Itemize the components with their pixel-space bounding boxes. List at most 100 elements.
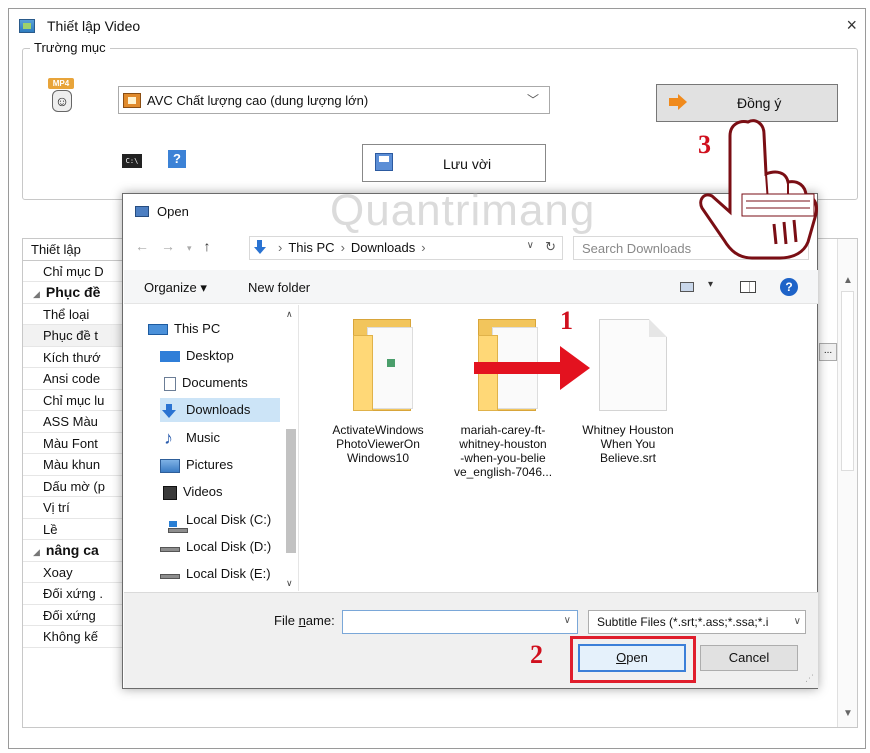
grid-row[interactable]: Đối xứng .: [23, 583, 123, 605]
nav-item-local-disk-e[interactable]: Local Disk (E:): [160, 562, 280, 586]
grid-row[interactable]: Thể loại: [23, 304, 123, 325]
annotation-highlight-box: [570, 636, 696, 683]
down-icon: [160, 403, 180, 418]
grid-row[interactable]: Vị trí: [23, 497, 123, 519]
resize-grip-icon[interactable]: ⋰: [805, 673, 814, 684]
grid-row[interactable]: Phục đề t: [23, 325, 123, 347]
annotation-step-1: 1: [560, 306, 573, 335]
file-type-select[interactable]: Subtitle Files (*.srt;*.ass;*.ssa;*.i ∨: [588, 610, 806, 634]
view-dropdown-icon[interactable]: ▾: [708, 279, 713, 290]
crumb-this-pc[interactable]: This PC: [288, 240, 334, 255]
profile-select[interactable]: AVC Chất lượng cao (dung lượng lớn) ﹀: [118, 86, 550, 114]
grid-row[interactable]: ASS Màu: [23, 411, 123, 433]
close-icon[interactable]: ×: [846, 15, 857, 36]
save-as-label: Lưu vời: [443, 156, 492, 172]
scroll-up-icon[interactable]: ∧: [286, 309, 293, 320]
back-icon[interactable]: ←: [135, 238, 149, 254]
grid-category[interactable]: ◢ Phục đề: [23, 282, 123, 304]
pointing-hand-icon: [699, 119, 818, 260]
title-bar: Thiết lập Video ×: [9, 9, 865, 43]
nav-item-videos[interactable]: Videos: [160, 480, 280, 504]
scroll-thumb[interactable]: [841, 291, 854, 471]
file-item[interactable]: Whitney Houston When You Believe.srt: [563, 305, 693, 505]
scroll-thumb[interactable]: [286, 429, 296, 553]
grid-row[interactable]: Chỉ mục lu: [23, 390, 123, 411]
folder-item[interactable]: ActivateWindows PhotoViewerOn Windows10: [313, 305, 443, 505]
cancel-button[interactable]: Cancel: [700, 645, 798, 671]
profile-value: AVC Chất lượng cao (dung lượng lớn): [147, 93, 369, 108]
grid-row[interactable]: Kích thướ: [23, 347, 123, 368]
command-icon[interactable]: C:\: [122, 154, 142, 168]
pc-icon: [148, 324, 168, 336]
doc-icon: [164, 376, 176, 391]
grid-row[interactable]: Màu khun: [23, 454, 123, 476]
nav-item-desktop[interactable]: Desktop: [160, 344, 280, 368]
chevron-down-icon: ﹀: [526, 93, 539, 107]
nav-item-music[interactable]: Music: [160, 426, 280, 450]
refresh-icon[interactable]: ↻: [545, 239, 556, 255]
help-icon[interactable]: ?: [168, 150, 186, 168]
chevron-down-icon: ∨: [789, 611, 801, 633]
scroll-down-icon[interactable]: ∨: [286, 578, 293, 589]
grid-row[interactable]: Xoay: [23, 562, 123, 583]
nav-item-local-disk-c[interactable]: Local Disk (C:): [160, 508, 280, 534]
grid-row[interactable]: Đối xứng: [23, 605, 123, 626]
grid-category[interactable]: ◢ nâng ca: [23, 540, 123, 562]
recent-dropdown-icon[interactable]: ▾: [187, 243, 192, 253]
preview-pane-icon[interactable]: [740, 281, 756, 293]
scroll-up-icon[interactable]: ▲: [843, 275, 853, 286]
nav-item-pictures[interactable]: Pictures: [160, 453, 280, 477]
dialog-icon: [135, 206, 149, 217]
help-icon[interactable]: ?: [780, 278, 798, 296]
view-icon[interactable]: [680, 282, 694, 292]
open-dialog: Open ← → ▾ ↑ ›This PC›Downloads› ∨ ↻ Organi…: [122, 193, 818, 689]
organize-button[interactable]: Organize ▾: [144, 280, 207, 296]
address-bar[interactable]: › This PC › Downloads › ∨ ↻: [249, 236, 563, 260]
agree-label: Đồng ý: [737, 95, 782, 111]
desk-icon: [160, 351, 180, 363]
nav-item-documents[interactable]: Documents: [160, 371, 280, 395]
grid-row[interactable]: Dấu mờ (p: [23, 476, 123, 497]
file-name-label: File name:: [274, 613, 335, 628]
nav-item-downloads[interactable]: Downloads: [160, 398, 280, 422]
new-folder-button[interactable]: New folder: [248, 280, 310, 295]
grid-header: Thiết lập: [23, 239, 123, 261]
folder-icon: [353, 319, 413, 411]
grid-row[interactable]: Không kế: [23, 626, 123, 648]
disk-icon: [160, 547, 180, 553]
annotation-arrow: [474, 346, 590, 390]
music-icon: [160, 426, 180, 450]
crumb-downloads[interactable]: Downloads: [351, 240, 415, 255]
pics-icon: [160, 458, 180, 473]
forward-icon[interactable]: →: [161, 238, 175, 254]
grid-scrollbar[interactable]: ▲ ▼: [837, 239, 857, 727]
chevron-down-icon[interactable]: ∨: [564, 615, 571, 626]
file-name-input[interactable]: ∨: [342, 610, 578, 634]
scroll-down-icon[interactable]: ▼: [843, 708, 853, 719]
navigation-pane: ∧ ∨ This PC Desktop Documents Downloads Musi…: [124, 305, 299, 591]
grid-row[interactable]: Chỉ mục D: [23, 261, 123, 282]
grid-row[interactable]: Lề: [23, 519, 123, 540]
ellipsis-button[interactable]: ...: [819, 343, 837, 361]
group-label: Trường mục: [30, 40, 110, 55]
floppy-disk-icon: [375, 153, 393, 171]
address-dropdown-icon[interactable]: ∨: [527, 240, 534, 251]
file-name: mariah-carey-ft-whitney-houston -when-you…: [453, 423, 553, 479]
folder-item[interactable]: mariah-carey-ft-whitney-houston -when-you…: [438, 305, 568, 505]
annotation-step-2: 2: [530, 640, 543, 669]
dialog-toolbar: Organize ▾ New folder ▾ ?: [124, 270, 818, 304]
nav-scrollbar[interactable]: ∧ ∨: [284, 305, 298, 591]
collapse-icon[interactable]: ◢: [33, 547, 40, 557]
window-title: Thiết lập Video: [47, 18, 141, 34]
mp4-icon: MP4 ☺: [48, 78, 76, 114]
nav-item-this-pc[interactable]: This PC: [148, 317, 278, 341]
file-name: Whitney Houston When You Believe.srt: [582, 423, 674, 465]
grid-row[interactable]: Ansi code: [23, 368, 123, 390]
downloads-icon: [254, 240, 266, 254]
grid-row[interactable]: Màu Font: [23, 433, 123, 454]
nav-item-local-disk-d[interactable]: Local Disk (D:): [160, 535, 280, 559]
up-icon[interactable]: ↑: [204, 238, 211, 254]
file-name: ActivateWindows PhotoViewerOn Windows10: [332, 423, 424, 465]
collapse-icon[interactable]: ◢: [33, 289, 40, 299]
save-as-button[interactable]: Lưu vời: [362, 144, 546, 182]
